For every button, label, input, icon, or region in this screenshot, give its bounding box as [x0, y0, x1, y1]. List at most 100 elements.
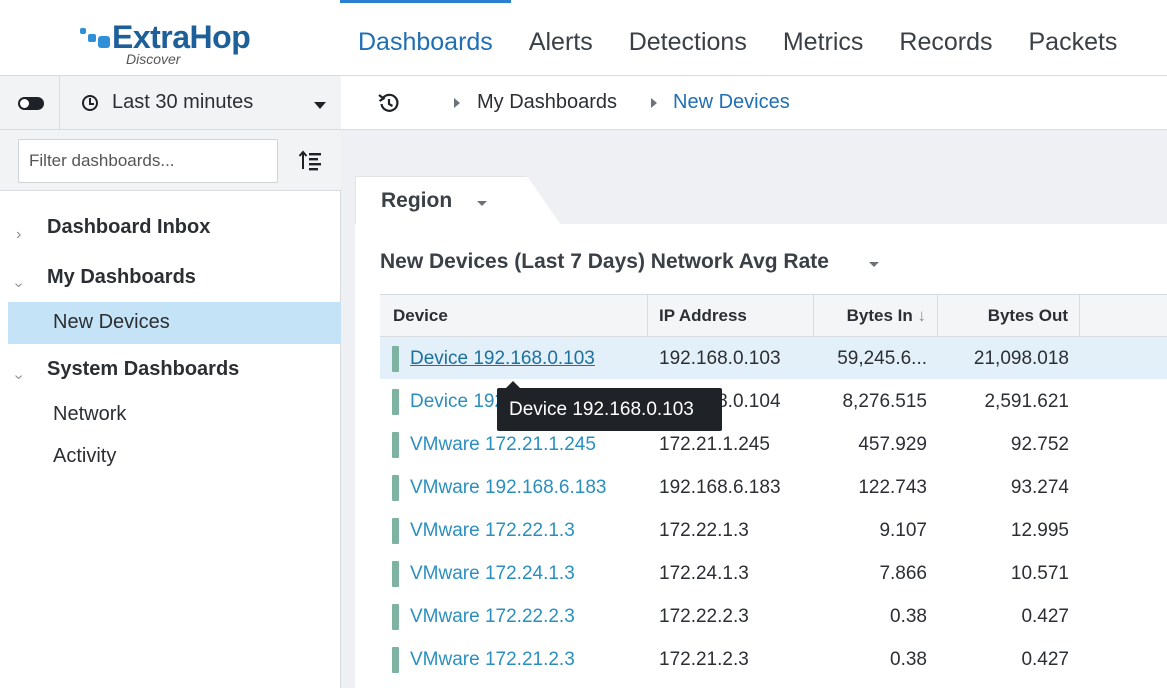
- filter-bar: [0, 130, 341, 191]
- time-range-selector[interactable]: Last 30 minutes: [112, 91, 253, 114]
- device-link[interactable]: Device 192.168.0.103: [410, 337, 595, 380]
- device-cell: VMware 172.22.2.3: [380, 595, 648, 638]
- device-link[interactable]: VMware 172.22.2.3: [410, 595, 575, 638]
- table-row[interactable]: VMware 192.168.6.183 192.168.6.183 122.7…: [380, 466, 1167, 509]
- device-bar: [392, 518, 399, 544]
- table-row[interactable]: VMware 172.22.2.3 172.22.2.3 0.38 0.427: [380, 595, 1167, 638]
- device-bar: [392, 389, 399, 415]
- bytes-out-cell: 2,591.621: [984, 391, 1069, 412]
- tree-item-label: System Dashboards: [47, 358, 240, 380]
- tree-item-network[interactable]: Network: [0, 394, 341, 436]
- bytes-out-cell: 0.427: [1021, 649, 1069, 670]
- column-header-label: Bytes In: [846, 306, 913, 325]
- ip-cell: 172.22.1.3: [659, 520, 749, 541]
- tree-item-dashboard-inbox[interactable]: › Dashboard Inbox: [0, 210, 341, 260]
- device-tooltip: Device 192.168.0.103: [497, 381, 722, 431]
- ip-cell: 172.24.1.3: [659, 563, 749, 584]
- device-bar: [392, 432, 399, 458]
- device-bar: [392, 475, 399, 501]
- tree-item-label: New Devices: [53, 311, 170, 333]
- history-icon[interactable]: [377, 91, 401, 115]
- brand-name: ExtraHop: [112, 19, 251, 55]
- bytes-in-cell: 0.38: [890, 606, 927, 627]
- tree-item-new-devices[interactable]: New Devices: [8, 302, 341, 344]
- chevron-down-icon[interactable]: [869, 262, 879, 267]
- tree-item-label: Network: [53, 403, 127, 425]
- sort-arrow-down-icon: ↓: [917, 306, 927, 325]
- table-row[interactable]: VMware 172.22.1.3 172.22.1.3 9.107 12.99…: [380, 509, 1167, 552]
- region-label: Region: [381, 189, 453, 212]
- tree-item-activity[interactable]: Activity: [0, 436, 341, 478]
- table-row[interactable]: Device 192.168.0.103 192.168.0.103 59,24…: [380, 337, 1167, 380]
- table-header: Device IP Address Bytes In ↓ Bytes Out: [380, 295, 1167, 337]
- device-link[interactable]: VMware 172.24.1.3: [410, 552, 575, 595]
- bytes-in-cell: 122.743: [858, 477, 927, 498]
- device-cell: VMware 172.24.1.3: [380, 552, 648, 595]
- divider: [59, 76, 60, 130]
- main-nav: Dashboards Alerts Detections Metrics Rec…: [340, 0, 1135, 76]
- tree-item-label: Activity: [53, 445, 117, 467]
- tree-item-label: My Dashboards: [47, 266, 196, 288]
- nav-tab-detections[interactable]: Detections: [611, 0, 765, 76]
- table-row[interactable]: VMware 172.24.1.3 172.24.1.3 7.866 10.57…: [380, 552, 1167, 595]
- nav-tab-records[interactable]: Records: [881, 0, 1010, 76]
- device-bar: [392, 346, 399, 372]
- ip-cell: 172.22.2.3: [659, 606, 749, 627]
- widget-title[interactable]: New Devices (Last 7 Days) Network Avg Ra…: [380, 250, 829, 274]
- extrahop-logo[interactable]: ExtraHop Discover: [70, 20, 310, 70]
- bytes-out-cell: 92.752: [1010, 434, 1069, 455]
- bytes-in-cell: 457.929: [858, 434, 927, 455]
- column-header-device[interactable]: Device: [380, 295, 648, 337]
- bytes-in-cell: 9.107: [879, 520, 927, 541]
- dashboard-tree: › Dashboard Inbox › My Dashboards New De…: [0, 210, 341, 478]
- time-selector-bar: Last 30 minutes: [0, 76, 341, 130]
- chevron-down-icon: ›: [10, 282, 28, 288]
- column-header-bytes-out[interactable]: Bytes Out: [938, 295, 1080, 337]
- nav-tab-packets[interactable]: Packets: [1011, 0, 1136, 76]
- ip-cell: 192.168.6.183: [659, 477, 781, 498]
- bytes-out-cell: 12.995: [1010, 520, 1069, 541]
- device-bar: [392, 604, 399, 630]
- nav-tab-metrics[interactable]: Metrics: [765, 0, 882, 76]
- dashboard-sidebar: Last 30 minutes › Dashboard Inbox › My D…: [0, 76, 341, 688]
- bytes-out-cell: 21,098.018: [973, 348, 1069, 369]
- column-header-ip-address[interactable]: IP Address: [648, 295, 814, 337]
- dashboard-main: My Dashboards New Devices Region New Dev…: [341, 76, 1167, 688]
- devices-table: Device IP Address Bytes In ↓ Bytes Out D…: [380, 294, 1167, 681]
- breadcrumb-my-dashboards[interactable]: My Dashboards: [477, 91, 617, 114]
- column-header-bytes-in[interactable]: Bytes In ↓: [814, 295, 938, 337]
- sort-list-icon[interactable]: [298, 148, 324, 174]
- filter-dashboards-input[interactable]: [18, 139, 278, 183]
- breadcrumb-new-devices: New Devices: [673, 91, 790, 113]
- device-link[interactable]: VMware 172.21.2.3: [410, 638, 575, 681]
- bytes-in-cell: 59,245.6...: [837, 348, 927, 369]
- device-link[interactable]: VMware 172.22.1.3: [410, 509, 575, 552]
- product-name: Discover: [126, 51, 181, 67]
- device-bar: [392, 561, 399, 587]
- tree-item-label: Dashboard Inbox: [47, 216, 211, 238]
- region-tab[interactable]: Region: [355, 176, 561, 225]
- toggle-icon[interactable]: [18, 97, 44, 110]
- bytes-in-cell: 8,276.515: [842, 391, 927, 412]
- logo-mark-icon: [70, 26, 110, 56]
- column-header-spacer: [1080, 295, 1167, 337]
- chevron-down-icon: [477, 201, 487, 206]
- device-cell: VMware 172.22.1.3: [380, 509, 648, 552]
- nav-tab-alerts[interactable]: Alerts: [511, 0, 611, 76]
- caret-right-icon: [454, 98, 460, 108]
- table-row[interactable]: VMware 172.21.2.3 172.21.2.3 0.38 0.427: [380, 638, 1167, 681]
- nav-tab-dashboards[interactable]: Dashboards: [340, 0, 511, 76]
- chevron-down-icon[interactable]: [314, 102, 326, 109]
- ip-cell: 192.168.0.103: [659, 348, 781, 369]
- bytes-in-cell: 7.866: [879, 563, 927, 584]
- bytes-out-cell: 10.571: [1010, 563, 1069, 584]
- breadcrumb: My Dashboards New Devices: [341, 76, 1167, 130]
- chevron-right-icon: ›: [16, 226, 22, 243]
- device-link[interactable]: VMware 192.168.6.183: [410, 466, 606, 509]
- device-bar: [392, 647, 399, 673]
- device-cell: VMware 172.21.2.3: [380, 638, 648, 681]
- top-bar: ExtraHop Discover Dashboards Alerts Dete…: [0, 0, 1167, 76]
- device-cell: VMware 192.168.6.183: [380, 466, 648, 509]
- bytes-out-cell: 93.274: [1010, 477, 1069, 498]
- clock-icon: [82, 95, 98, 111]
